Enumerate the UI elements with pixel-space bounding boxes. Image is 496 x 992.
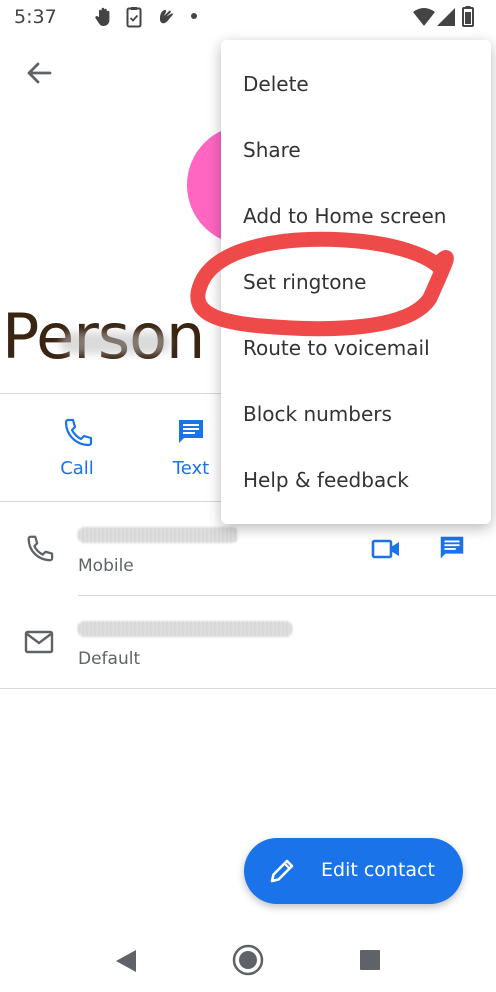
divider-phone (78, 595, 496, 596)
clipboard-icon (126, 7, 142, 28)
name-redaction (60, 332, 170, 354)
menu-item-block-numbers[interactable]: Block numbers (243, 402, 392, 426)
back-triangle-icon[interactable] (114, 949, 138, 973)
navigation-bar (0, 930, 496, 992)
menu-item-delete[interactable]: Delete (243, 72, 309, 96)
menu-item-set-ringtone[interactable]: Set ringtone (243, 270, 366, 294)
divider-email (0, 688, 496, 689)
pencil-icon (270, 859, 294, 883)
home-circle-icon[interactable] (232, 944, 264, 976)
overflow-menu: Delete Share Add to Home screen Set ring… (221, 40, 491, 524)
divider-top (0, 393, 221, 394)
mail-icon (24, 630, 54, 654)
message-icon[interactable] (437, 533, 467, 563)
text-label: Text (172, 458, 210, 479)
wifi-icon (413, 8, 435, 26)
phone-type-label: Mobile (78, 556, 134, 576)
call-action[interactable]: Call (37, 416, 117, 479)
hand-icon (95, 7, 110, 26)
dot-icon (191, 13, 197, 19)
back-arrow-icon[interactable] (22, 56, 56, 90)
status-bar: 5:37 (0, 0, 496, 34)
message-icon (179, 420, 203, 443)
signal-icon (437, 8, 455, 26)
video-icon[interactable] (371, 537, 401, 561)
phone-row-icon (27, 535, 54, 562)
menu-item-help-feedback[interactable]: Help & feedback (243, 468, 409, 492)
status-time: 5:37 (14, 6, 57, 28)
divider-actions (0, 501, 221, 502)
email-redacted[interactable] (78, 621, 292, 637)
call-label: Call (60, 458, 94, 479)
battery-icon (462, 6, 474, 27)
menu-item-add-to-home[interactable]: Add to Home screen (243, 204, 446, 228)
gesture-icon (159, 10, 173, 24)
email-type-label: Default (78, 649, 141, 669)
menu-item-route-to-voicemail[interactable]: Route to voicemail (243, 336, 430, 360)
recents-square-icon[interactable] (359, 949, 381, 971)
menu-item-share[interactable]: Share (243, 138, 301, 162)
phone-icon (64, 418, 93, 447)
text-action[interactable]: Text (151, 416, 231, 479)
edit-contact-button[interactable]: Edit contact (244, 838, 463, 904)
phone-number-redacted[interactable] (78, 527, 238, 543)
edit-contact-label: Edit contact (321, 859, 435, 881)
